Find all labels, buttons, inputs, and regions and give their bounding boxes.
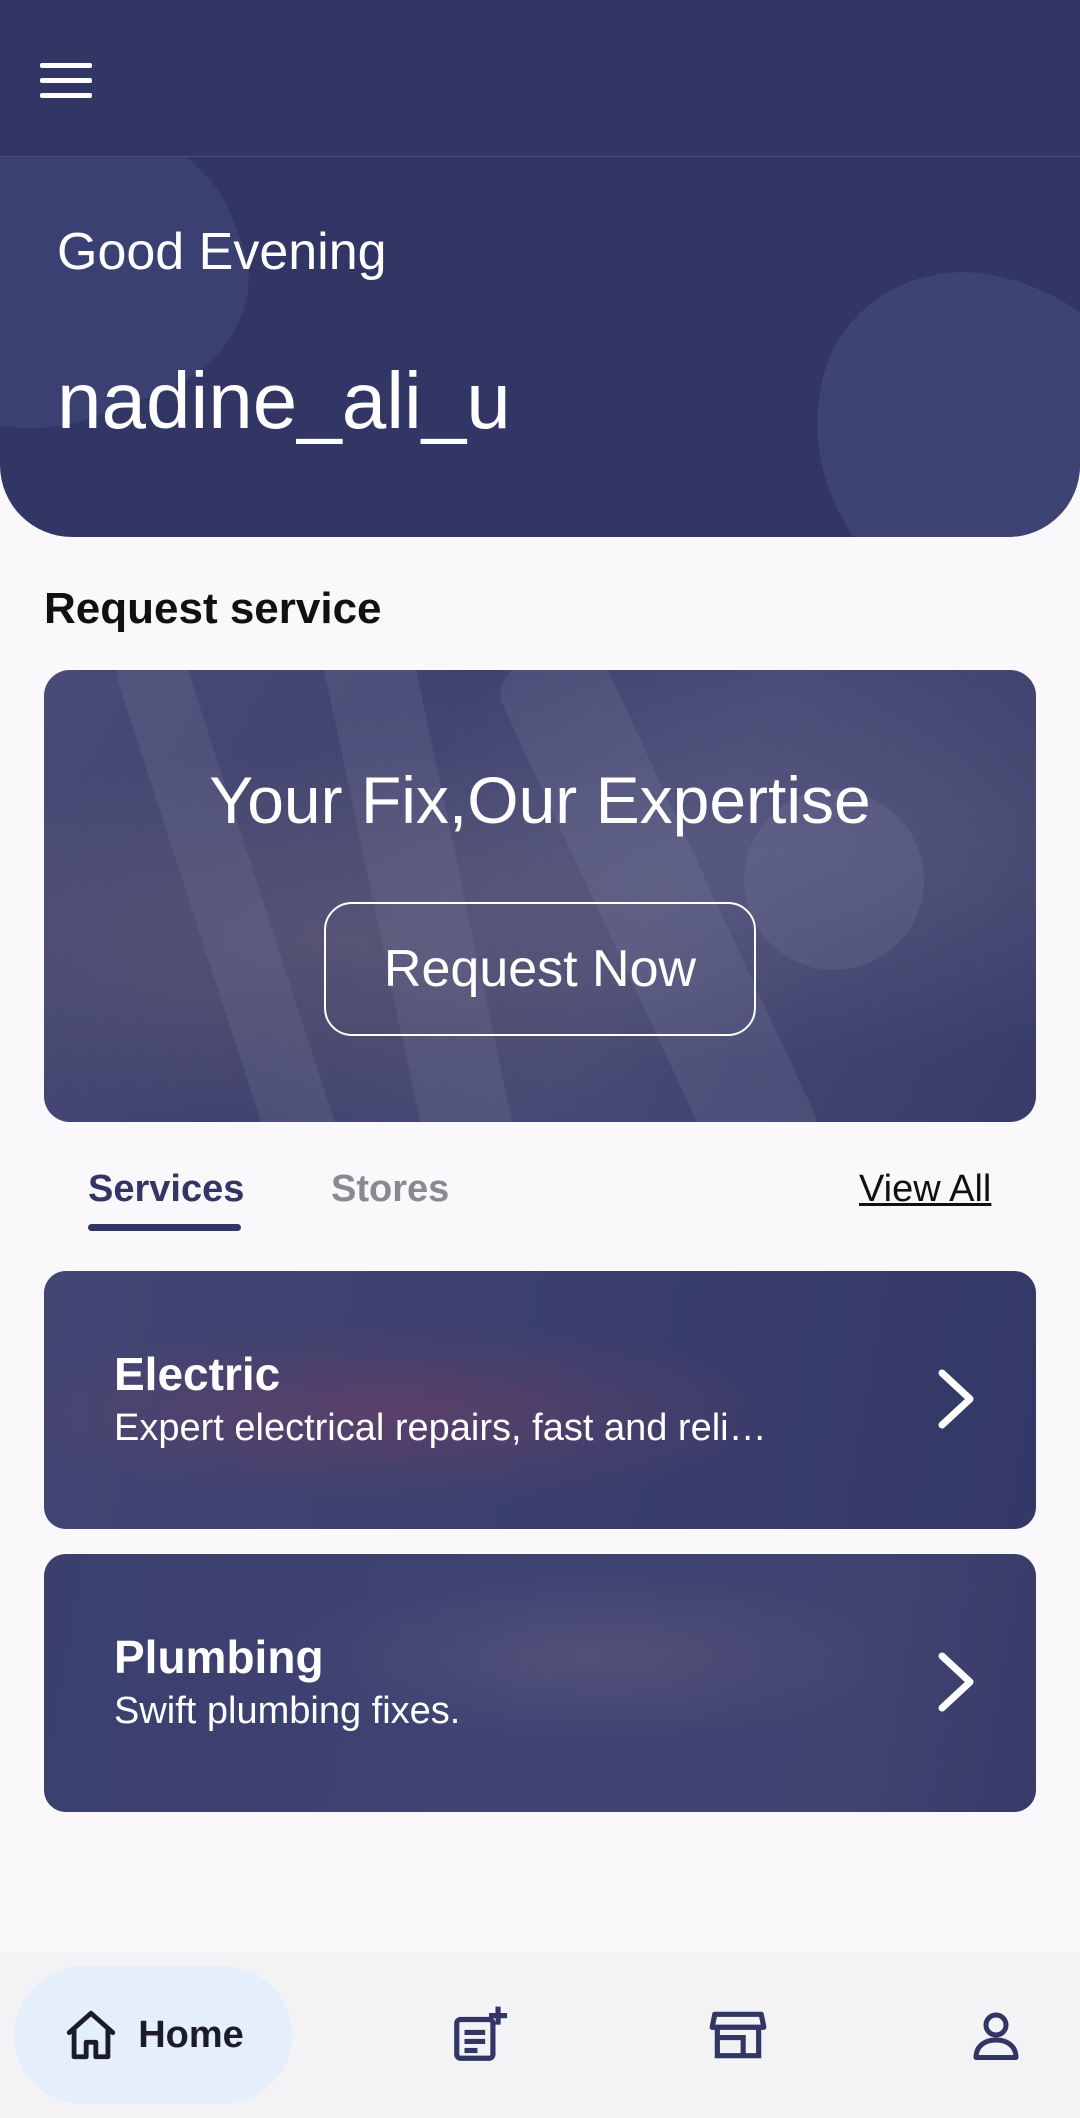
nav-item-stores[interactable] — [688, 1952, 788, 2118]
request-now-button[interactable]: Request Now — [324, 902, 756, 1036]
chevron-right-icon — [938, 1369, 974, 1429]
nav-item-profile[interactable] — [946, 1952, 1046, 2118]
service-description: Expert electrical repairs, fast and reli… — [114, 1407, 767, 1449]
nav-home-label: Home — [138, 2013, 244, 2056]
service-description: Swift plumbing fixes. — [114, 1690, 461, 1732]
service-card-electric[interactable]: Electric Expert electrical repairs, fast… — [44, 1271, 1036, 1529]
banner-title: Your Fix,Our Expertise — [209, 763, 871, 837]
store-icon — [709, 2011, 767, 2059]
tab-services[interactable]: Services — [88, 1168, 244, 1211]
menu-icon — [40, 77, 92, 83]
profile-icon — [973, 2012, 1019, 2060]
menu-icon — [40, 62, 92, 68]
username-text: nadine_ali_u — [57, 356, 511, 445]
menu-button[interactable] — [40, 50, 120, 110]
home-icon — [67, 2010, 116, 2060]
tab-stores[interactable]: Stores — [331, 1168, 449, 1211]
service-title: Electric — [114, 1348, 281, 1400]
app-root: Good Evening nadine_ali_u Request servic… — [0, 0, 1080, 2118]
section-title: Request service — [44, 584, 382, 633]
chevron-right-icon — [938, 1652, 974, 1712]
tab-indicator — [88, 1224, 241, 1231]
bottom-navigation: Home — [0, 1952, 1080, 2118]
service-card-plumbing[interactable]: Plumbing Swift plumbing fixes. — [44, 1554, 1036, 1812]
banner-overlay — [44, 670, 1036, 1122]
add-request-icon — [454, 2006, 508, 2061]
hero-banner — [44, 670, 1036, 1122]
decorative-blob — [772, 239, 1080, 537]
view-all-link[interactable]: View All — [859, 1168, 991, 1211]
nav-item-home[interactable]: Home — [14, 1966, 292, 2104]
greeting-text: Good Evening — [57, 223, 387, 281]
app-bar — [0, 0, 1080, 157]
service-title: Plumbing — [114, 1631, 324, 1683]
menu-icon — [40, 92, 92, 98]
nav-item-requests[interactable] — [430, 1952, 530, 2118]
